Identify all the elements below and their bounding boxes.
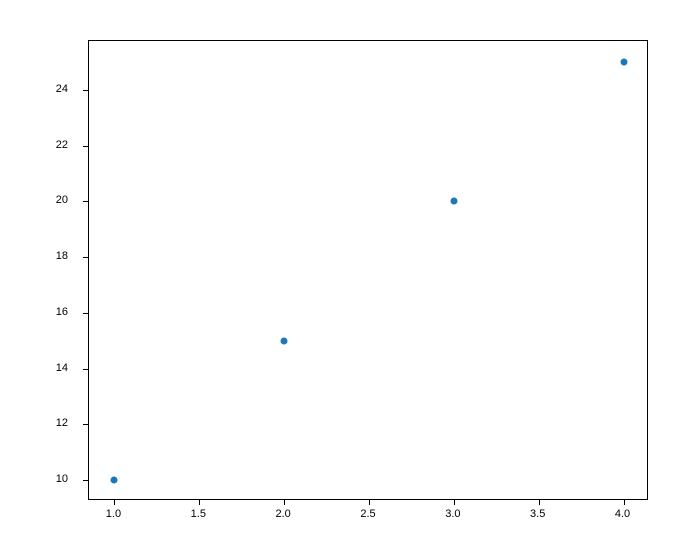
y-tick	[83, 313, 89, 314]
y-tick	[83, 146, 89, 147]
data-point	[281, 337, 288, 344]
x-tick-label: 2.5	[360, 508, 375, 520]
y-tick-label: 14	[56, 362, 68, 374]
x-tick-label: 1.5	[191, 508, 206, 520]
x-tick-label: 1.0	[106, 508, 121, 520]
x-tick-label: 2.0	[275, 508, 290, 520]
y-tick	[83, 90, 89, 91]
x-axis-labels: 1.0 1.5 2.0 2.5 3.0 3.5 4.0	[88, 500, 648, 530]
x-tick-label: 3.5	[530, 508, 545, 520]
x-tick-label: 4.0	[615, 508, 630, 520]
plot-area	[88, 40, 648, 500]
data-point	[620, 58, 627, 65]
y-tick-label: 16	[56, 306, 68, 318]
y-tick	[83, 424, 89, 425]
y-tick-label: 10	[56, 473, 68, 485]
y-tick	[83, 201, 89, 202]
y-axis-labels: 10 12 14 16 18 20 22 24	[0, 40, 78, 500]
y-tick	[83, 257, 89, 258]
data-point	[111, 477, 118, 484]
y-tick-label: 18	[56, 250, 68, 262]
data-point	[450, 198, 457, 205]
y-tick	[83, 480, 89, 481]
y-tick-label: 12	[56, 417, 68, 429]
y-tick	[83, 369, 89, 370]
y-tick-label: 24	[56, 83, 68, 95]
y-tick-label: 22	[56, 139, 68, 151]
x-tick-label: 3.0	[445, 508, 460, 520]
y-tick-label: 20	[56, 194, 68, 206]
